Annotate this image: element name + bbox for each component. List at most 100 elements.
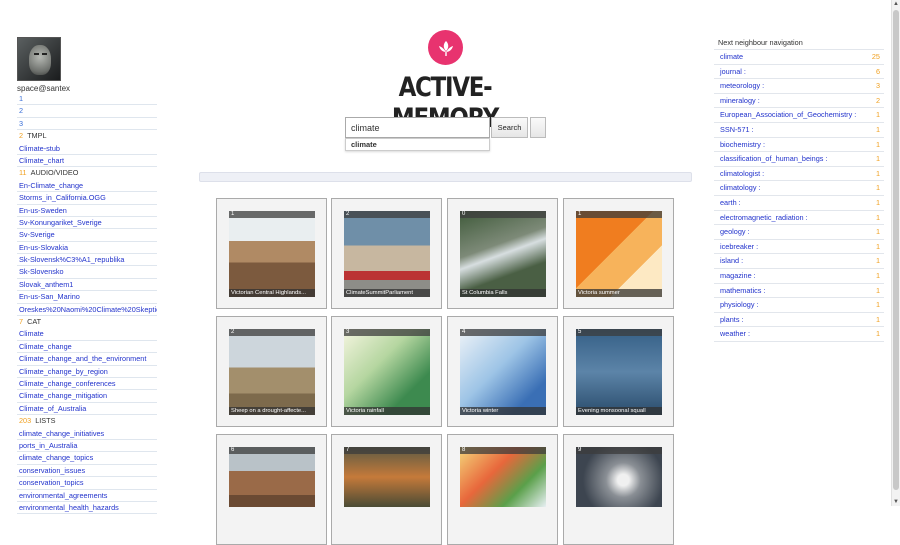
neighbour-label[interactable]: weather : [720,327,750,341]
neighbour-label[interactable]: classification_of_human_beings : [720,152,828,166]
neighbour-label[interactable]: earth : [720,196,741,210]
sidebar-link[interactable]: Sv-Konungariket_Sverige [17,217,157,230]
neighbour-item[interactable]: European_Association_of_Geochemistry : 1 [714,107,884,122]
sidebar-link[interactable]: conservation_topics [17,477,157,490]
sidebar-link[interactable]: environmental_health_hazards [17,502,157,515]
neighbour-label[interactable]: climatology : [720,181,761,195]
neighbour-item[interactable]: classification_of_human_beings : 1 [714,151,884,166]
sidebar-link[interactable]: Sv-Sverige [17,229,157,242]
sidebar-link[interactable]: Oreskes%20Naomi%20Climate%20Skeptics [17,304,157,317]
thumbnail-image[interactable] [576,447,662,507]
image-tile[interactable]: 7 [331,434,442,545]
sidebar-link[interactable]: En-us-San_Marino [17,291,157,304]
thumbnail-image[interactable] [460,211,546,297]
thumbnail-image[interactable] [229,329,315,415]
thumbnail-image[interactable] [229,211,315,297]
neighbour-item[interactable]: geology : 1 [714,224,884,239]
search-input[interactable]: climate [345,117,490,138]
neighbour-item[interactable]: island : 1 [714,253,884,268]
sidebar-link[interactable]: Sk-Slovensk%C3%A1_republika [17,254,157,267]
image-tile[interactable]: 0 St Columbia Falls [447,198,558,309]
neighbour-item[interactable]: meteorology : 3 [714,78,884,93]
neighbour-item[interactable]: journal : 6 [714,63,884,79]
neighbour-label[interactable]: island : [720,254,743,268]
image-tile[interactable]: 2 Sheep on a drought-affecte... [216,316,327,427]
thumbnail-image[interactable] [344,329,430,415]
neighbour-item[interactable]: climate 25 [714,49,884,64]
neighbour-label[interactable]: European_Association_of_Geochemistry : [720,108,856,122]
image-tile[interactable]: 4 Victoria winter [447,316,558,427]
neighbour-label[interactable]: magazine : [720,269,756,283]
thumbnail-image[interactable] [576,211,662,297]
neighbour-label[interactable]: biochemistry : [720,138,765,152]
neighbour-label[interactable]: icebreaker : [720,240,758,254]
image-tile[interactable]: 8 [447,434,558,545]
neighbour-label[interactable]: mathematics : [720,284,765,298]
sidebar-link[interactable]: Climate_change_conferences [17,378,157,391]
neighbour-label[interactable]: climatologist : [720,167,764,181]
sidebar-link[interactable]: Climate_of_Australia [17,403,157,416]
thumbnail-image[interactable] [344,211,430,297]
neighbour-item[interactable]: magazine : 1 [714,267,884,283]
search-options-button[interactable] [530,117,546,138]
neighbour-label[interactable]: journal : [720,65,746,79]
sidebar-link[interactable]: ports_in_Australia [17,440,157,453]
scrollbar-thumb[interactable] [893,10,899,490]
neighbour-label[interactable]: SSN-571 : [720,123,754,137]
scrollbar[interactable]: ▲ ▼ [891,0,900,506]
neighbour-item[interactable]: icebreaker : 1 [714,238,884,254]
thumbnail-image[interactable] [460,329,546,415]
sidebar-link[interactable]: En-Climate_change [17,180,157,193]
neighbour-label[interactable]: plants : [720,313,744,327]
neighbour-item[interactable]: physiology : 1 [714,297,884,312]
sidebar-link[interactable]: climate_change_topics [17,452,157,465]
thumbnail-image[interactable] [344,447,430,507]
neighbour-label[interactable]: climate [720,50,743,64]
sidebar-link[interactable]: Climate-stub [17,143,157,155]
neighbour-item[interactable]: climatologist : 1 [714,165,884,181]
neighbour-item[interactable]: mathematics : 1 [714,282,884,298]
sidebar-link[interactable]: En-us-Sweden [17,205,157,217]
avatar[interactable] [17,37,61,81]
image-tile[interactable]: 3 Victoria rainfall [331,316,442,427]
thumbnail-image[interactable] [460,447,546,507]
neighbour-item[interactable]: plants : 1 [714,311,884,327]
sidebar-link[interactable]: Climate_change_by_region [17,366,157,378]
page-link[interactable]: 1 [17,93,157,106]
neighbour-label[interactable]: meteorology : [720,79,764,93]
sidebar-link[interactable]: Sk-Slovensko [17,266,157,279]
sidebar-link[interactable]: conservation_issues [17,465,157,478]
sidebar-link[interactable]: Climate_change_and_the_environment [17,353,157,366]
sidebar-link[interactable]: Climate_change_mitigation [17,390,157,403]
neighbour-label[interactable]: mineralogy : [720,94,760,108]
thumbnail-image[interactable] [576,329,662,415]
image-tile[interactable]: 6 [216,434,327,545]
page-link[interactable]: 3 [17,118,157,131]
scroll-up-icon[interactable]: ▲ [893,1,899,7]
sidebar-link[interactable]: environmental_agreements [17,490,157,502]
neighbour-item[interactable]: weather : 1 [714,326,884,341]
sidebar-link[interactable]: Climate [17,328,157,341]
neighbour-item[interactable]: climatology : 1 [714,180,884,195]
image-tile[interactable]: 9 [563,434,674,545]
neighbour-item[interactable]: electromagnetic_radiation : 1 [714,209,884,225]
sidebar-link[interactable]: Storms_in_California.OGG [17,192,157,205]
scroll-down-icon[interactable]: ▼ [893,499,899,505]
neighbour-item[interactable]: SSN-571 : 1 [714,121,884,137]
neighbour-item[interactable]: biochemistry : 1 [714,136,884,152]
image-tile[interactable]: 5 Evening monsoonal squall [563,316,674,427]
sidebar-link[interactable]: Slovak_anthem1 [17,279,157,292]
image-tile[interactable]: 1 Victorian Central Highlands... [216,198,327,309]
image-tile[interactable]: 1 Victoria summer [563,198,674,309]
page-link[interactable]: 2 [17,105,157,118]
neighbour-label[interactable]: geology : [720,225,750,239]
sidebar-link[interactable]: Climate_change [17,341,157,354]
neighbour-label[interactable]: electromagnetic_radiation : [720,211,808,225]
neighbour-item[interactable]: earth : 1 [714,194,884,210]
neighbour-item[interactable]: mineralogy : 2 [714,92,884,108]
sidebar-link[interactable]: En-us-Slovakia [17,242,157,255]
sidebar-link[interactable]: climate_change_initiatives [17,428,157,440]
search-button[interactable]: Search [491,117,528,138]
sidebar-link[interactable]: Climate_chart [17,155,157,168]
autocomplete-suggestion[interactable]: climate [345,138,490,151]
